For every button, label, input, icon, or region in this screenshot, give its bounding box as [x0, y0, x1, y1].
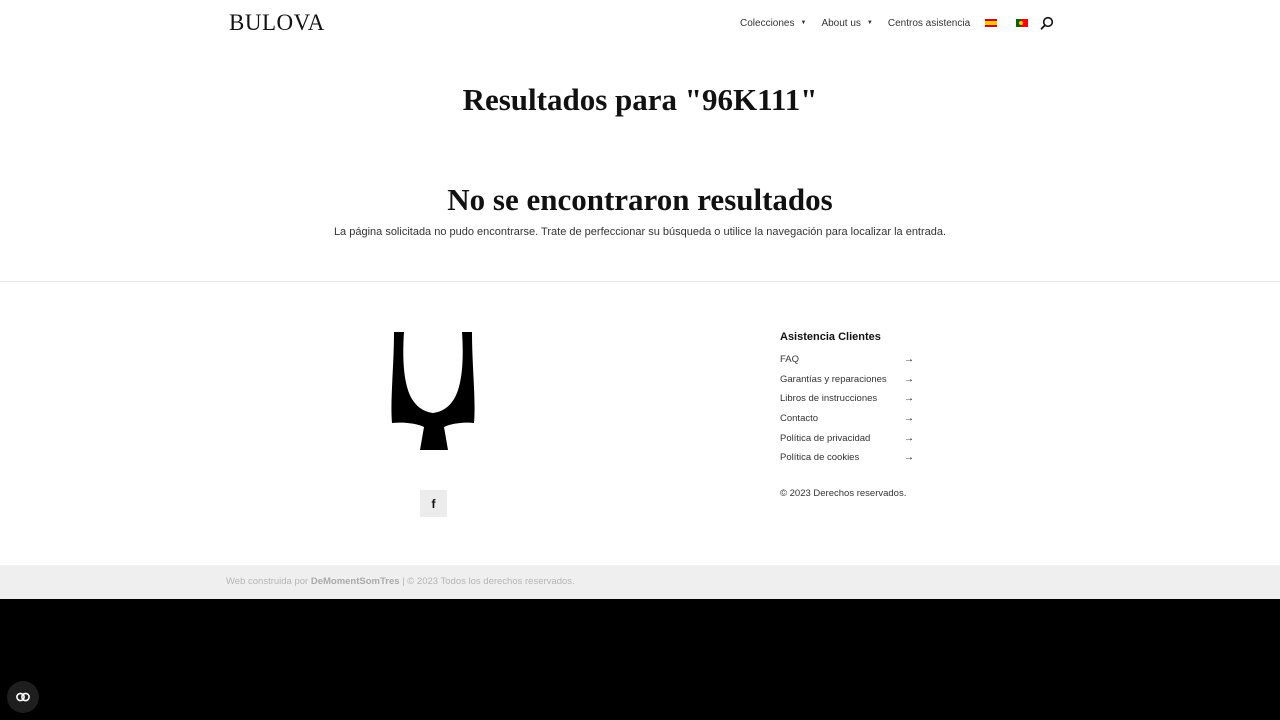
footer-link-privacidad[interactable]: Política de privacidad → [780, 428, 914, 448]
footer-link-label: Garantías y reparaciones [780, 373, 887, 385]
arrow-right-icon: → [904, 452, 914, 464]
footer-bottom-bar: Web construida por DeMomentSomTres | © 2… [0, 565, 1280, 599]
nav-item-colecciones[interactable]: Colecciones ▼ [740, 18, 806, 29]
cookie-settings-icon [16, 692, 30, 702]
bulova-tuning-fork-icon[interactable] [390, 331, 476, 452]
portugal-flag-icon[interactable] [1016, 19, 1029, 27]
footer-link-libros[interactable]: Libros de instrucciones → [780, 389, 914, 409]
footer-link-garantias[interactable]: Garantías y reparaciones → [780, 370, 914, 390]
footer-link-faq[interactable]: FAQ → [780, 350, 914, 370]
nav-item-label: Colecciones [740, 17, 795, 29]
no-results-message: La página solicitada no pudo encontrarse… [333, 226, 947, 238]
caret-down-icon: ▼ [866, 20, 873, 26]
footer-link-contacto[interactable]: Contacto → [780, 409, 914, 429]
footer-link-label: Política de cookies [780, 452, 860, 464]
facebook-icon: f [431, 496, 436, 511]
footer-link-cookies[interactable]: Política de cookies → [780, 448, 914, 468]
bulova-logo[interactable]: BULOVA [229, 10, 325, 36]
nav-item-label: Centros asistencia [887, 17, 971, 29]
search-results-title: Resultados para "96K111" [462, 82, 818, 117]
section-divider [0, 281, 1280, 282]
site-header: BULOVA Colecciones ▼ About us ▼ Centros … [0, 0, 1280, 46]
caret-down-icon: ▼ [800, 20, 807, 26]
no-results-heading: No se encontraron resultados [447, 182, 833, 217]
footer-customer-support: Asistencia Clientes FAQ → Garantías y re… [780, 330, 914, 468]
arrow-right-icon: → [904, 393, 914, 405]
arrow-right-icon: → [904, 432, 914, 444]
main-nav: Colecciones ▼ About us ▼ Centros asisten… [740, 16, 1047, 30]
footer-link-label: Contacto [780, 413, 819, 425]
cookie-settings-button[interactable] [7, 681, 39, 713]
footer-copyright: © 2023 Derechos reservados. [780, 488, 907, 499]
credits-author-link[interactable]: DeMomentSomTres [311, 576, 400, 587]
spain-flag-icon[interactable] [985, 19, 998, 27]
nav-item-label: About us [821, 17, 861, 29]
nav-item-centros-asistencia[interactable]: Centros asistencia [888, 18, 970, 29]
footer-link-label: Libros de instrucciones [780, 393, 878, 405]
footer-credits: Web construida por DeMomentSomTres | © 2… [226, 576, 575, 587]
search-icon[interactable] [1040, 16, 1054, 30]
arrow-right-icon: → [904, 354, 914, 366]
arrow-right-icon: → [904, 373, 914, 385]
footer-link-label: FAQ [780, 354, 800, 366]
nav-item-about-us[interactable]: About us ▼ [821, 18, 872, 29]
footer-column-title: Asistencia Clientes [780, 331, 881, 343]
credits-suffix: | © 2023 Todos los derechos reservados. [399, 576, 575, 587]
facebook-button[interactable]: f [420, 490, 447, 517]
arrow-right-icon: → [904, 413, 914, 425]
footer-link-label: Política de privacidad [780, 432, 871, 444]
credits-prefix: Web construida por [226, 576, 311, 587]
